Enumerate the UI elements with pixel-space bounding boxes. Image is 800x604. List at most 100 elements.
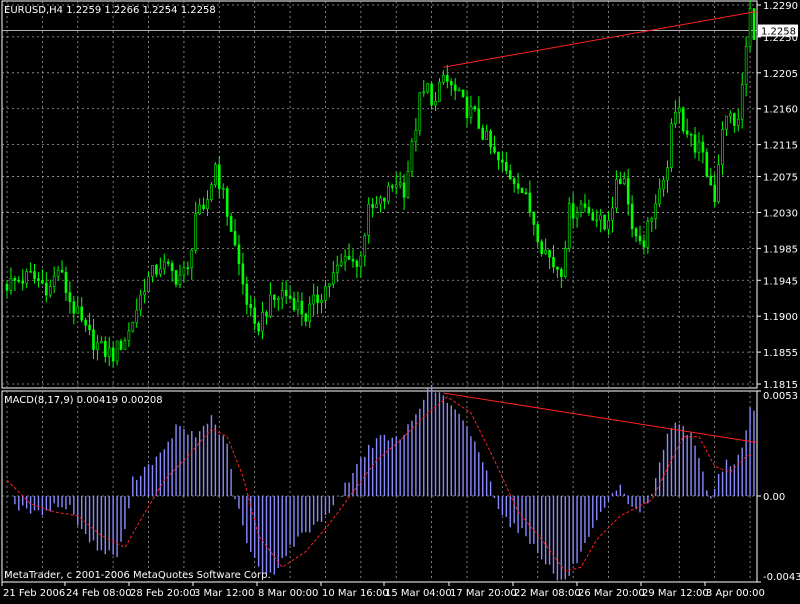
candle-body [540,241,543,254]
candle-body [446,75,449,82]
candle [681,106,685,134]
candle-body [575,212,579,219]
candle-body [280,290,284,299]
candle-body [214,164,217,186]
candle-body [375,203,378,208]
candle-body [174,270,178,285]
candle-body [273,294,276,300]
candle-body [701,141,705,153]
candle [603,214,606,231]
candle-body [662,179,665,190]
price-tick-label: 1.2290 [763,1,798,12]
price-tick-label: 1.2205 [763,69,798,80]
candle [214,162,217,188]
candle-body [383,197,386,202]
candle-body [182,267,186,276]
candle-body [670,123,673,168]
candle-body [736,118,740,126]
candle-body [544,249,547,254]
candle-body [233,231,237,246]
candle-body [25,271,28,284]
candle-body [96,342,99,350]
candle-body [512,178,516,185]
candle-body [654,203,658,219]
candle-body [9,278,13,291]
candle [418,92,422,136]
candle-body [713,184,716,203]
candle-body [477,108,481,129]
candle-body [524,192,528,195]
candle-body [717,164,720,203]
candle-body [363,235,367,257]
candle-body [556,266,559,270]
candle-body [241,263,245,285]
candle-body [438,82,441,102]
candle-body [725,115,728,130]
macd-tick-label: 0.0053 [763,391,798,402]
candle-body [469,106,473,119]
time-tick-label: 29 Mar 12:00 [642,588,709,599]
candle [131,321,135,333]
candle-body [107,347,111,357]
trading-chart[interactable]: 1.2290 1.2250 1.2205 1.2160 1.2115 1.2075 1.20… [0,0,800,600]
time-tick-label: 17 Mar 20:00 [450,588,517,599]
candle-body [29,271,32,273]
candle-body [721,129,724,166]
candle-body [237,244,241,265]
candle-body [103,341,107,357]
candle-body [312,294,315,305]
candle-body [300,300,304,315]
candle-body [536,224,540,243]
candle-body [406,171,410,198]
candle [752,7,756,40]
candle-body [328,283,331,287]
candle-body [253,307,256,324]
price-tick-label: 1.2030 [763,208,798,219]
candle-body [166,261,170,264]
candle-body [92,329,95,350]
price-tick-label: 1.1900 [763,312,798,323]
candle-body [320,299,323,303]
candle-body [705,151,709,177]
candle-body [332,272,335,285]
candle-body [88,324,91,331]
candle-body [100,341,103,344]
candle-body [434,101,437,106]
price-tick-label: 1.1855 [763,348,798,359]
candle-body [473,106,477,110]
candle-body [218,164,221,189]
candle-body [508,170,512,180]
candle-body [343,255,347,263]
candle-body [638,235,642,242]
candle-body [733,113,736,126]
candle-body [115,340,119,362]
price-tick-label: 1.2115 [763,141,798,152]
candle-body [45,282,48,296]
candle-body [147,276,150,292]
candle-body [123,340,127,350]
candle-body [548,249,551,258]
candle [426,82,429,94]
candle-body [60,269,64,273]
candle [210,181,213,202]
time-tick-label: 10 Mar 16:00 [322,588,389,599]
candle-body [599,214,602,221]
candle-body [21,280,25,284]
candle-body [422,91,426,94]
candle-body [288,295,292,299]
candle-body [650,218,654,222]
price-tick-label: 1.1815 [763,380,798,391]
macd-title: MACD(8,17,9) 0.00419 0.00208 [4,395,163,406]
price-tick-label: 1.2160 [763,105,798,116]
candle-body [394,184,398,188]
candle-body [461,89,465,98]
candle-body [265,312,268,317]
candle-body [48,286,52,296]
time-tick-label: 28 Feb 20:00 [130,588,196,599]
candle-body [619,179,622,184]
candle-body [52,275,56,287]
candle-body [335,264,339,274]
candle [705,148,709,178]
candle-body [532,211,536,225]
candle-body [41,280,44,284]
